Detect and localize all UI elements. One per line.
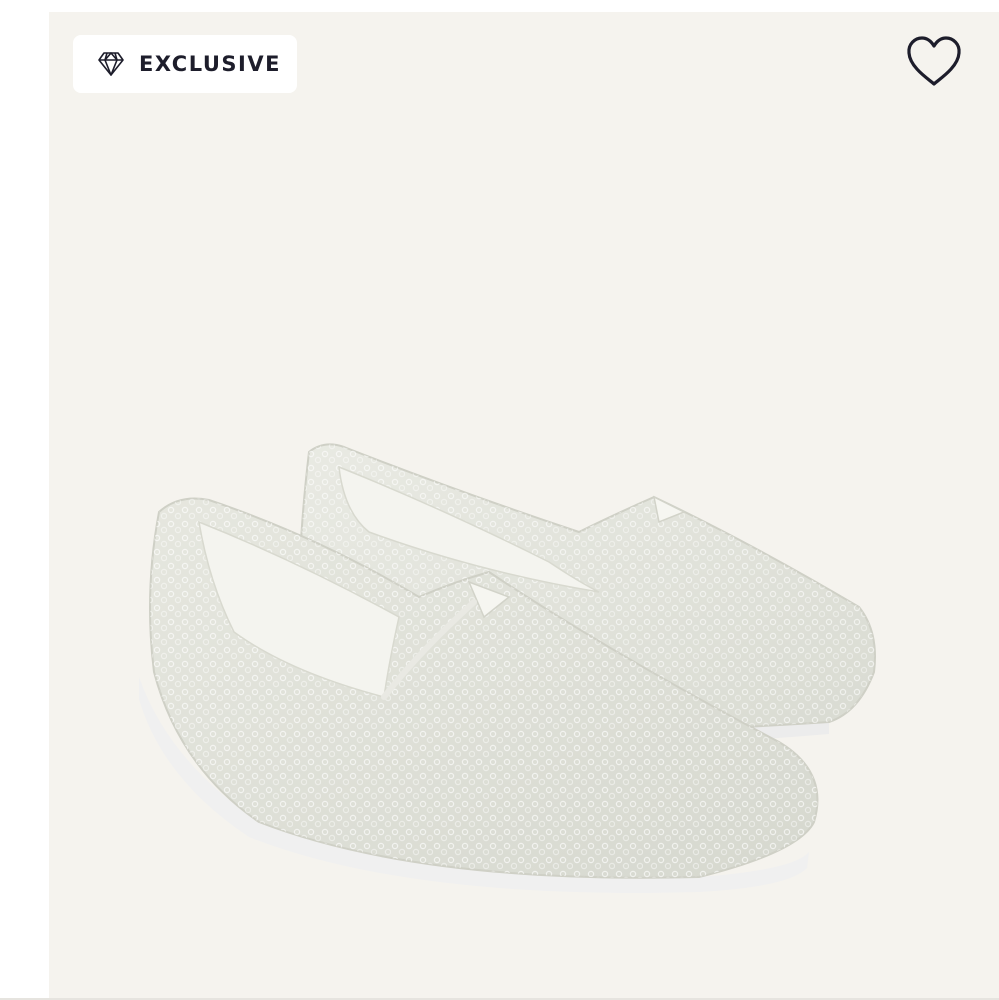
wishlist-button[interactable] [904,35,964,93]
exclusive-badge: EXCLUSIVE [73,35,297,93]
heart-outline-icon[interactable] [906,35,962,93]
product-card[interactable]: EXCLUSIVE [49,12,999,998]
product-image[interactable] [137,422,919,912]
badge-label: EXCLUSIVE [139,52,281,76]
diamond-icon [97,51,125,77]
